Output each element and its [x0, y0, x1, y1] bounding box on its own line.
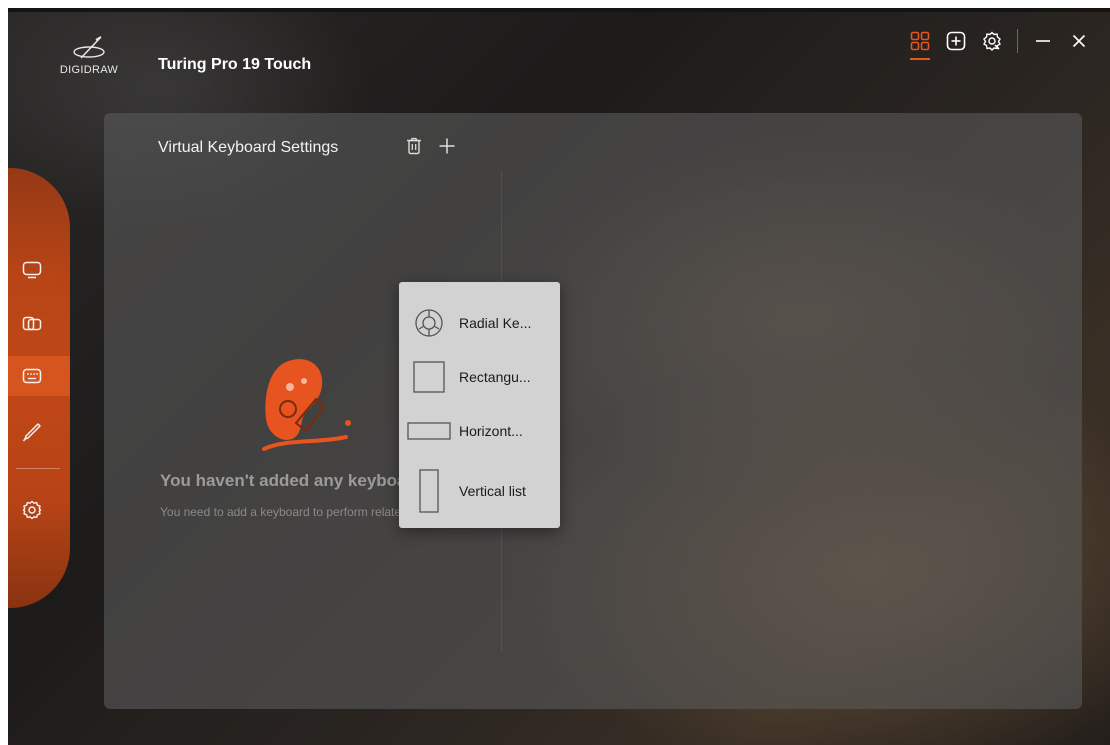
- panel-tools: [406, 137, 456, 159]
- minimize-button[interactable]: [1032, 30, 1054, 52]
- monitor-icon: [22, 261, 42, 279]
- add-keyboard-button[interactable]: [438, 137, 456, 159]
- keyboard-settings-panel: Virtual Keyboard Settings You haven't ad…: [104, 113, 1082, 709]
- sidebar-item-multi-display[interactable]: [8, 304, 70, 344]
- radial-keyboard-icon: [415, 309, 443, 337]
- multi-display-icon: [22, 316, 42, 331]
- menu-item-label: Vertical list: [459, 483, 526, 499]
- close-button[interactable]: [1068, 30, 1090, 52]
- add-keyboard-menu: Radial Ke... Rectangu... Horizont... Ver…: [399, 282, 560, 528]
- empty-keyboard-illustration: [244, 353, 384, 463]
- trash-icon: [407, 137, 421, 155]
- sidebar-item-display[interactable]: [8, 250, 70, 290]
- sidebar-item-settings[interactable]: [8, 490, 70, 530]
- plus-icon: [439, 138, 455, 154]
- menu-item-label: Rectangu...: [459, 369, 531, 385]
- menu-item-label: Radial Ke...: [459, 315, 532, 331]
- gear-icon: [22, 500, 42, 520]
- close-icon: [1072, 34, 1086, 48]
- minimize-icon: [1036, 40, 1050, 42]
- horizontal-list-icon: [407, 422, 451, 440]
- keyboard-icon: [22, 368, 42, 384]
- app-settings-button[interactable]: [981, 30, 1003, 52]
- pen-logo-icon: [73, 36, 105, 59]
- app-window: DIGIDRAW Turing Pro 19 Touch Virtual Key…: [8, 8, 1110, 745]
- sidebar: [8, 168, 70, 608]
- sidebar-divider: [16, 468, 60, 469]
- top-border: [8, 8, 1110, 12]
- sidebar-item-pen[interactable]: [8, 412, 70, 452]
- vertical-list-icon: [419, 469, 439, 513]
- window-controls: [909, 26, 1090, 60]
- menu-item-radial-keyboard[interactable]: Radial Ke...: [399, 298, 560, 348]
- menu-item-vertical-list[interactable]: Vertical list: [399, 460, 560, 522]
- add-device-icon: [946, 31, 966, 51]
- sidebar-item-keyboard[interactable]: [8, 356, 70, 396]
- logo-text: DIGIDRAW: [59, 64, 119, 76]
- add-device-button[interactable]: [945, 30, 967, 52]
- panel-title: Virtual Keyboard Settings: [158, 139, 339, 156]
- menu-item-horizontal-list[interactable]: Horizont...: [399, 406, 560, 456]
- rectangular-keyboard-icon: [413, 361, 445, 393]
- device-title: Turing Pro 19 Touch: [158, 56, 312, 73]
- empty-state-icon: [262, 359, 351, 451]
- settings-badge-icon: [983, 31, 1001, 51]
- controls-separator: [1017, 29, 1018, 53]
- menu-item-label: Horizont...: [459, 423, 523, 439]
- menu-item-rectangular-keyboard[interactable]: Rectangu...: [399, 352, 560, 402]
- grid-view-button[interactable]: [909, 30, 931, 60]
- delete-keyboard-button[interactable]: [406, 137, 422, 159]
- grid-view-icon: [910, 31, 930, 51]
- pen-icon: [22, 423, 41, 442]
- digidraw-logo: DIGIDRAW: [54, 34, 124, 80]
